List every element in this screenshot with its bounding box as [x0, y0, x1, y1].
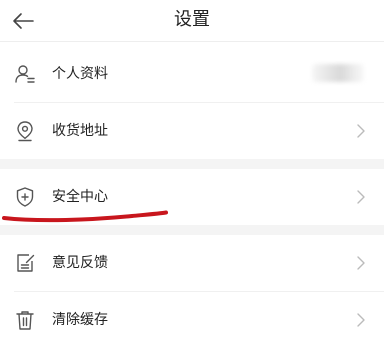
settings-item-label: 意见反馈	[52, 255, 108, 271]
settings-item-label: 安全中心	[52, 189, 108, 205]
settings-item-feedback[interactable]: 意见反馈	[0, 235, 384, 291]
user-profile-icon	[15, 65, 35, 83]
settings-item-clear-cache[interactable]: 清除缓存	[0, 292, 384, 348]
chevron-right-icon	[357, 256, 365, 270]
settings-item-address[interactable]: 收货地址	[0, 103, 384, 159]
page-title: 设置	[174, 9, 210, 30]
top-bar: 设置	[0, 0, 384, 42]
location-pin-icon	[17, 121, 33, 142]
chevron-right-icon	[357, 190, 365, 204]
settings-item-label: 清除缓存	[52, 312, 108, 328]
shield-icon	[16, 187, 34, 207]
settings-item-label: 个人资料	[52, 66, 108, 82]
feedback-edit-icon	[17, 254, 35, 272]
back-button[interactable]	[8, 6, 38, 36]
section-gap	[0, 225, 384, 235]
trash-icon	[16, 311, 34, 330]
chevron-right-icon	[357, 124, 365, 138]
blurred-profile-value	[312, 64, 364, 82]
settings-item-security[interactable]: 安全中心	[0, 169, 384, 225]
settings-item-label: 收货地址	[52, 123, 108, 139]
chevron-right-icon	[357, 313, 365, 327]
back-arrow-icon	[13, 13, 34, 29]
settings-item-profile[interactable]: 个人资料	[0, 46, 384, 102]
section-gap	[0, 159, 384, 169]
